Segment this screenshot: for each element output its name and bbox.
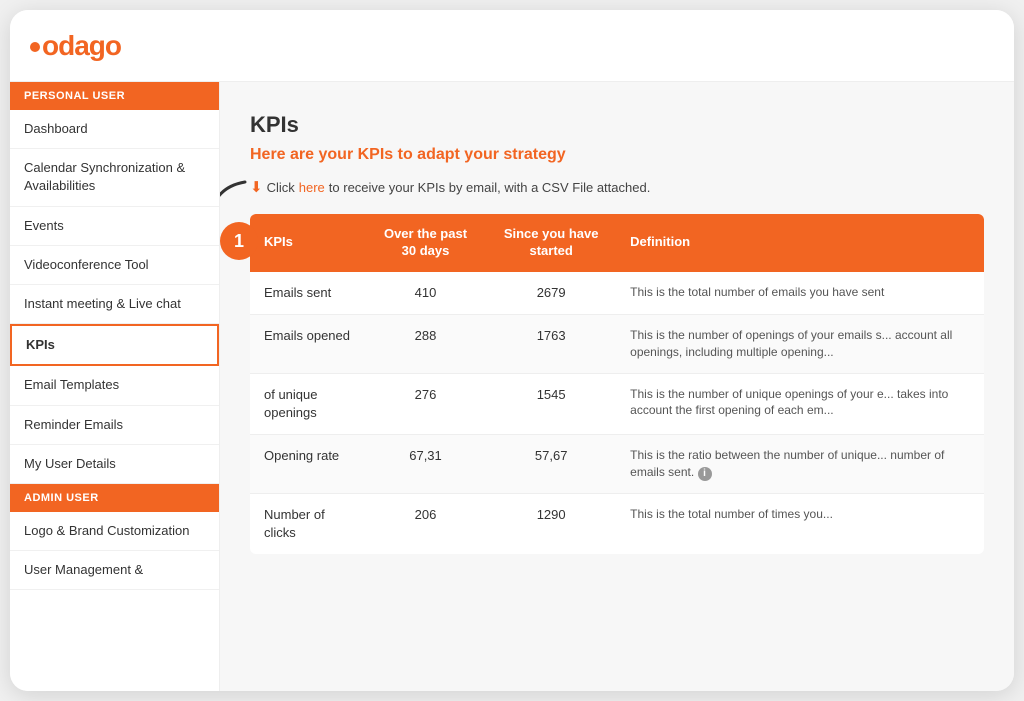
email-notice: ⬇ Click here to receive your KPIs by ema…	[250, 178, 984, 196]
email-notice-link[interactable]: here	[299, 180, 325, 195]
kpi-definition: This is the number of openings of your e…	[616, 314, 984, 373]
page-title: KPIs	[250, 112, 984, 138]
kpi-past30: 288	[365, 314, 486, 373]
table-row: Emails opened 288 1763 This is the numbe…	[250, 314, 984, 373]
sidebar-item-instant-meeting[interactable]: Instant meeting & Live chat	[10, 285, 219, 324]
circle-badge: 1	[220, 222, 258, 260]
annotation-wrapper: 1 KPIs Here are your KPIs to adapt your …	[250, 112, 984, 554]
app-container: odago PERSONAL USERDashboardCalendar Syn…	[10, 10, 1014, 691]
sidebar-item-events[interactable]: Events	[10, 207, 219, 246]
sidebar-item-dashboard[interactable]: Dashboard	[10, 110, 219, 149]
kpi-since: 2679	[486, 272, 616, 315]
badge-number: 1	[234, 231, 244, 252]
sidebar: PERSONAL USERDashboardCalendar Synchroni…	[10, 82, 220, 691]
kpi-definition: This is the total number of times you...	[616, 493, 984, 554]
page-subtitle: Here are your KPIs to adapt your strateg…	[250, 146, 984, 164]
kpi-table: KPIs Over the past 30 days Since you hav…	[250, 214, 984, 554]
table-row: of unique openings 276 1545 This is the …	[250, 373, 984, 434]
sidebar-section-header: ADMIN USER	[10, 484, 219, 512]
kpi-since: 57,67	[486, 434, 616, 493]
kpi-name: Opening rate	[250, 434, 365, 493]
kpi-past30: 206	[365, 493, 486, 554]
table-row: Emails sent 410 2679 This is the total n…	[250, 272, 984, 315]
sidebar-item-reminder-emails[interactable]: Reminder Emails	[10, 406, 219, 445]
main-layout: PERSONAL USERDashboardCalendar Synchroni…	[10, 82, 1014, 691]
kpi-past30: 410	[365, 272, 486, 315]
kpi-since: 1290	[486, 493, 616, 554]
kpi-past30: 276	[365, 373, 486, 434]
table-body: Emails sent 410 2679 This is the total n…	[250, 272, 984, 554]
sidebar-section-header: PERSONAL USER	[10, 82, 219, 110]
col-header-past30: Over the past 30 days	[365, 214, 486, 272]
logo-text: odago	[42, 30, 121, 61]
table-row: Opening rate 67,31 57,67 This is the rat…	[250, 434, 984, 493]
logo: odago	[30, 30, 121, 62]
sidebar-item-email-templates[interactable]: Email Templates	[10, 366, 219, 405]
kpi-since: 1545	[486, 373, 616, 434]
email-notice-prefix: Click	[267, 180, 295, 195]
table-header: KPIs Over the past 30 days Since you hav…	[250, 214, 984, 272]
col-header-since: Since you have started	[486, 214, 616, 272]
top-bar: odago	[10, 10, 1014, 82]
sidebar-item-logo-brand[interactable]: Logo & Brand Customization	[10, 512, 219, 551]
kpi-definition: This is the number of unique openings of…	[616, 373, 984, 434]
sidebar-item-videoconference[interactable]: Videoconference Tool	[10, 246, 219, 285]
sidebar-item-user-management[interactable]: User Management &	[10, 551, 219, 590]
kpi-name: Emails sent	[250, 272, 365, 315]
kpi-definition: This is the ratio between the number of …	[616, 434, 984, 493]
kpi-name: Emails opened	[250, 314, 365, 373]
kpi-since: 1763	[486, 314, 616, 373]
sidebar-item-kpis[interactable]: KPIs	[10, 324, 219, 366]
kpi-name: Number of clicks	[250, 493, 365, 554]
info-icon[interactable]: i	[698, 467, 712, 481]
sidebar-item-my-user-details[interactable]: My User Details	[10, 445, 219, 484]
table-row: Number of clicks 206 1290 This is the to…	[250, 493, 984, 554]
kpi-definition: This is the total number of emails you h…	[616, 272, 984, 315]
logo-dot	[30, 42, 40, 52]
kpi-past30: 67,31	[365, 434, 486, 493]
table-header-row: KPIs Over the past 30 days Since you hav…	[250, 214, 984, 272]
col-header-kpis: KPIs	[250, 214, 365, 272]
main-content: 1 KPIs Here are your KPIs to adapt your …	[220, 82, 1014, 691]
col-header-definition: Definition	[616, 214, 984, 272]
kpi-name: of unique openings	[250, 373, 365, 434]
email-notice-suffix: to receive your KPIs by email, with a CS…	[329, 180, 651, 195]
sidebar-item-calendar[interactable]: Calendar Synchronization & Availabilitie…	[10, 149, 219, 206]
